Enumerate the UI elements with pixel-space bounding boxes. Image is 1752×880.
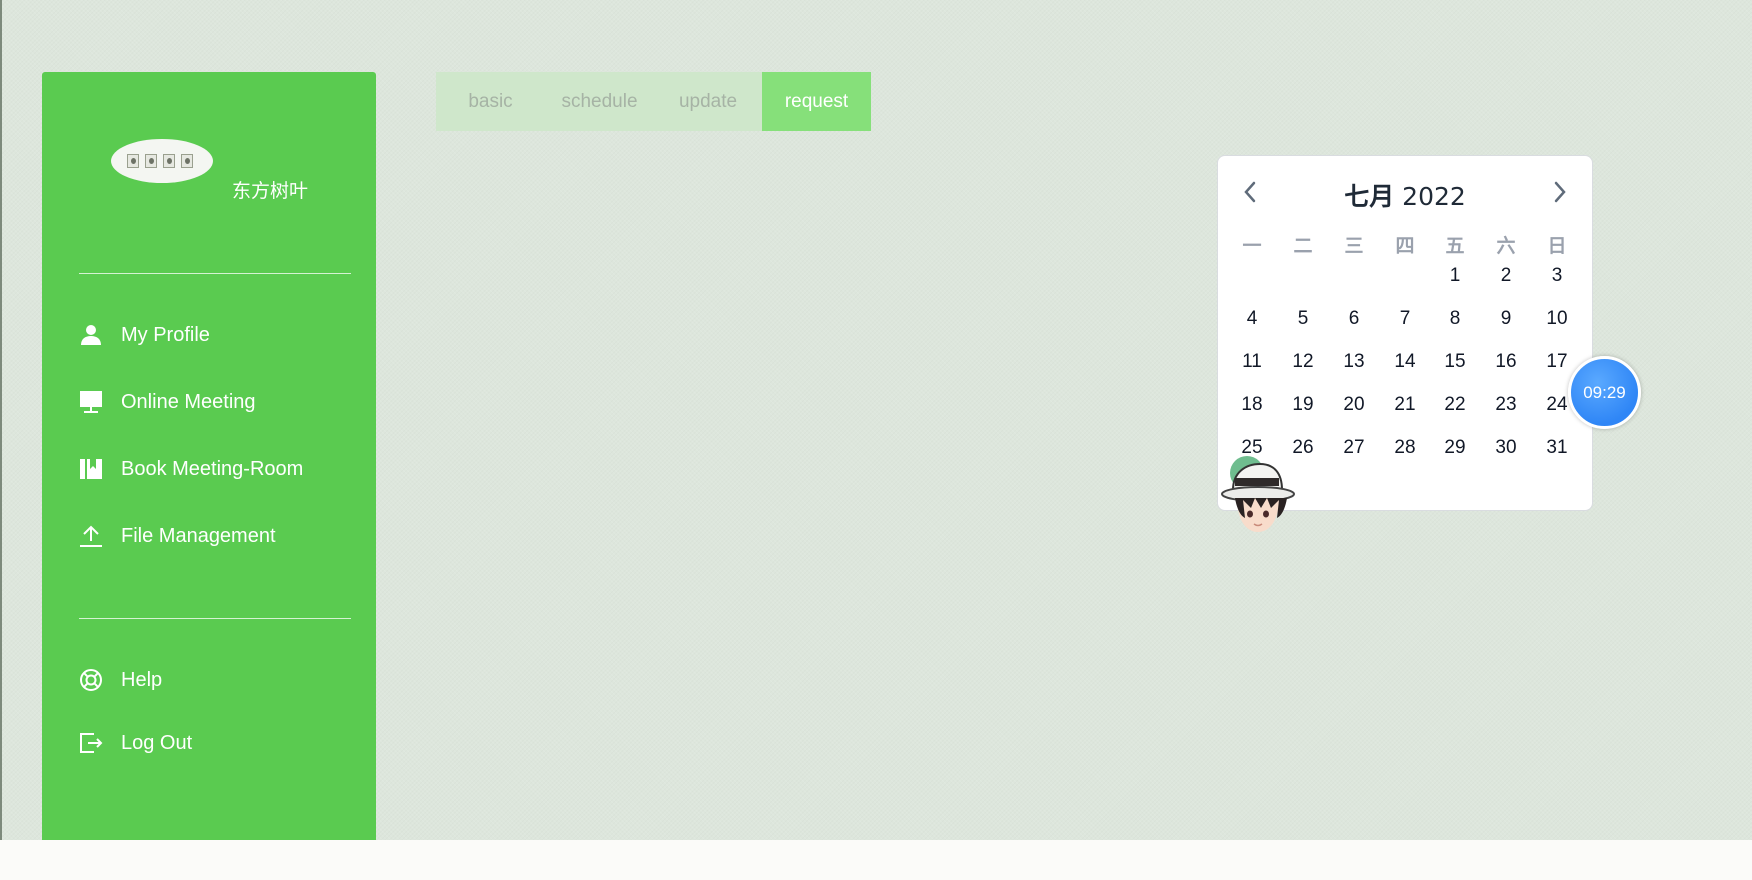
mascot-avatar[interactable] [1219,454,1297,538]
book-icon [79,457,103,481]
chevron-right-icon [1554,181,1566,203]
sidebar-item-book-meeting-room[interactable]: Book Meeting-Room [79,449,351,489]
calendar-day[interactable]: 6 [1330,299,1378,339]
sidebar-divider-bottom [79,618,351,619]
sidebar: 东方树叶 My Profile Online Meeting Book Meet… [42,72,376,840]
calendar-month: 七月 [1344,182,1395,211]
weekday-label: 五 [1445,235,1465,257]
bottom-strip [0,840,1752,880]
username: 东方树叶 [232,180,309,202]
weekday-label: 日 [1547,235,1567,257]
calendar-day[interactable]: 23 [1482,385,1530,425]
user-avatar[interactable] [111,139,213,183]
calendar-year: 2022 [1402,182,1466,211]
avatar-thumb [127,154,139,168]
calendar-day[interactable]: 16 [1482,342,1530,382]
calendar-day[interactable]: 14 [1381,342,1429,382]
tab-request[interactable]: request [762,72,871,131]
tab-update[interactable]: update [654,72,762,131]
lifebuoy-icon [79,668,103,692]
avatar-thumb [181,154,193,168]
user-icon [79,323,103,347]
calendar-day[interactable]: 18 [1228,385,1276,425]
sidebar-divider-top [79,273,351,274]
calendar-title: 七月 2022 [1218,177,1592,213]
avatar-thumb [145,154,157,168]
sidebar-item-label: My Profile [121,323,210,346]
weekday-label: 六 [1496,235,1516,257]
calendar-day[interactable]: 21 [1381,385,1429,425]
window-edge [0,0,2,840]
calendar-day[interactable]: 27 [1330,428,1378,468]
tab-schedule[interactable]: schedule [545,72,654,131]
calendar-day[interactable]: 9 [1482,299,1530,339]
calendar-day[interactable]: 30 [1482,428,1530,468]
calendar-day[interactable]: 15 [1431,342,1479,382]
sidebar-item-help[interactable]: Help [79,660,351,700]
avatar-thumb [163,154,175,168]
weekday-label: 三 [1344,235,1364,257]
calendar-day[interactable]: 12 [1279,342,1327,382]
sidebar-item-label: File Management [121,524,276,547]
monitor-icon [79,390,103,414]
sidebar-item-online-meeting[interactable]: Online Meeting [79,382,351,422]
calendar-day[interactable]: 22 [1431,385,1479,425]
tab-basic[interactable]: basic [436,72,545,131]
calendar-day[interactable]: 13 [1330,342,1378,382]
sidebar-item-my-profile[interactable]: My Profile [79,315,351,355]
calendar-day[interactable]: 8 [1431,299,1479,339]
sidebar-item-log-out[interactable]: Log Out [79,723,351,763]
next-month-button[interactable] [1548,180,1572,204]
calendar-day[interactable]: 5 [1279,299,1327,339]
calendar-day[interactable]: 28 [1381,428,1429,468]
upload-icon [79,524,103,548]
logout-icon [79,731,103,755]
weekday-label: 一 [1242,235,1262,257]
calendar-day[interactable]: 2 [1482,256,1530,296]
calendar-day[interactable]: 31 [1533,428,1581,468]
calendar-day[interactable]: 11 [1228,342,1276,382]
calendar-day[interactable]: 3 [1533,256,1581,296]
sidebar-item-label: Online Meeting [121,390,256,413]
sidebar-item-label: Help [121,668,163,691]
calendar-day[interactable]: 29 [1431,428,1479,468]
weekday-label: 二 [1293,235,1313,257]
sidebar-item-file-management[interactable]: File Management [79,516,351,556]
tab-bar: basic schedule update request [436,72,871,131]
calendar-day[interactable]: 19 [1279,385,1327,425]
calendar-day[interactable]: 4 [1228,299,1276,339]
calendar-day[interactable]: 7 [1381,299,1429,339]
sidebar-item-label: Book Meeting-Room [121,457,304,480]
sidebar-item-label: Log Out [121,731,193,754]
clock-bubble[interactable]: 09:29 [1568,356,1641,429]
calendar-day[interactable]: 10 [1533,299,1581,339]
calendar-day[interactable]: 1 [1431,256,1479,296]
calendar-day[interactable]: 20 [1330,385,1378,425]
weekday-label: 四 [1395,235,1415,257]
